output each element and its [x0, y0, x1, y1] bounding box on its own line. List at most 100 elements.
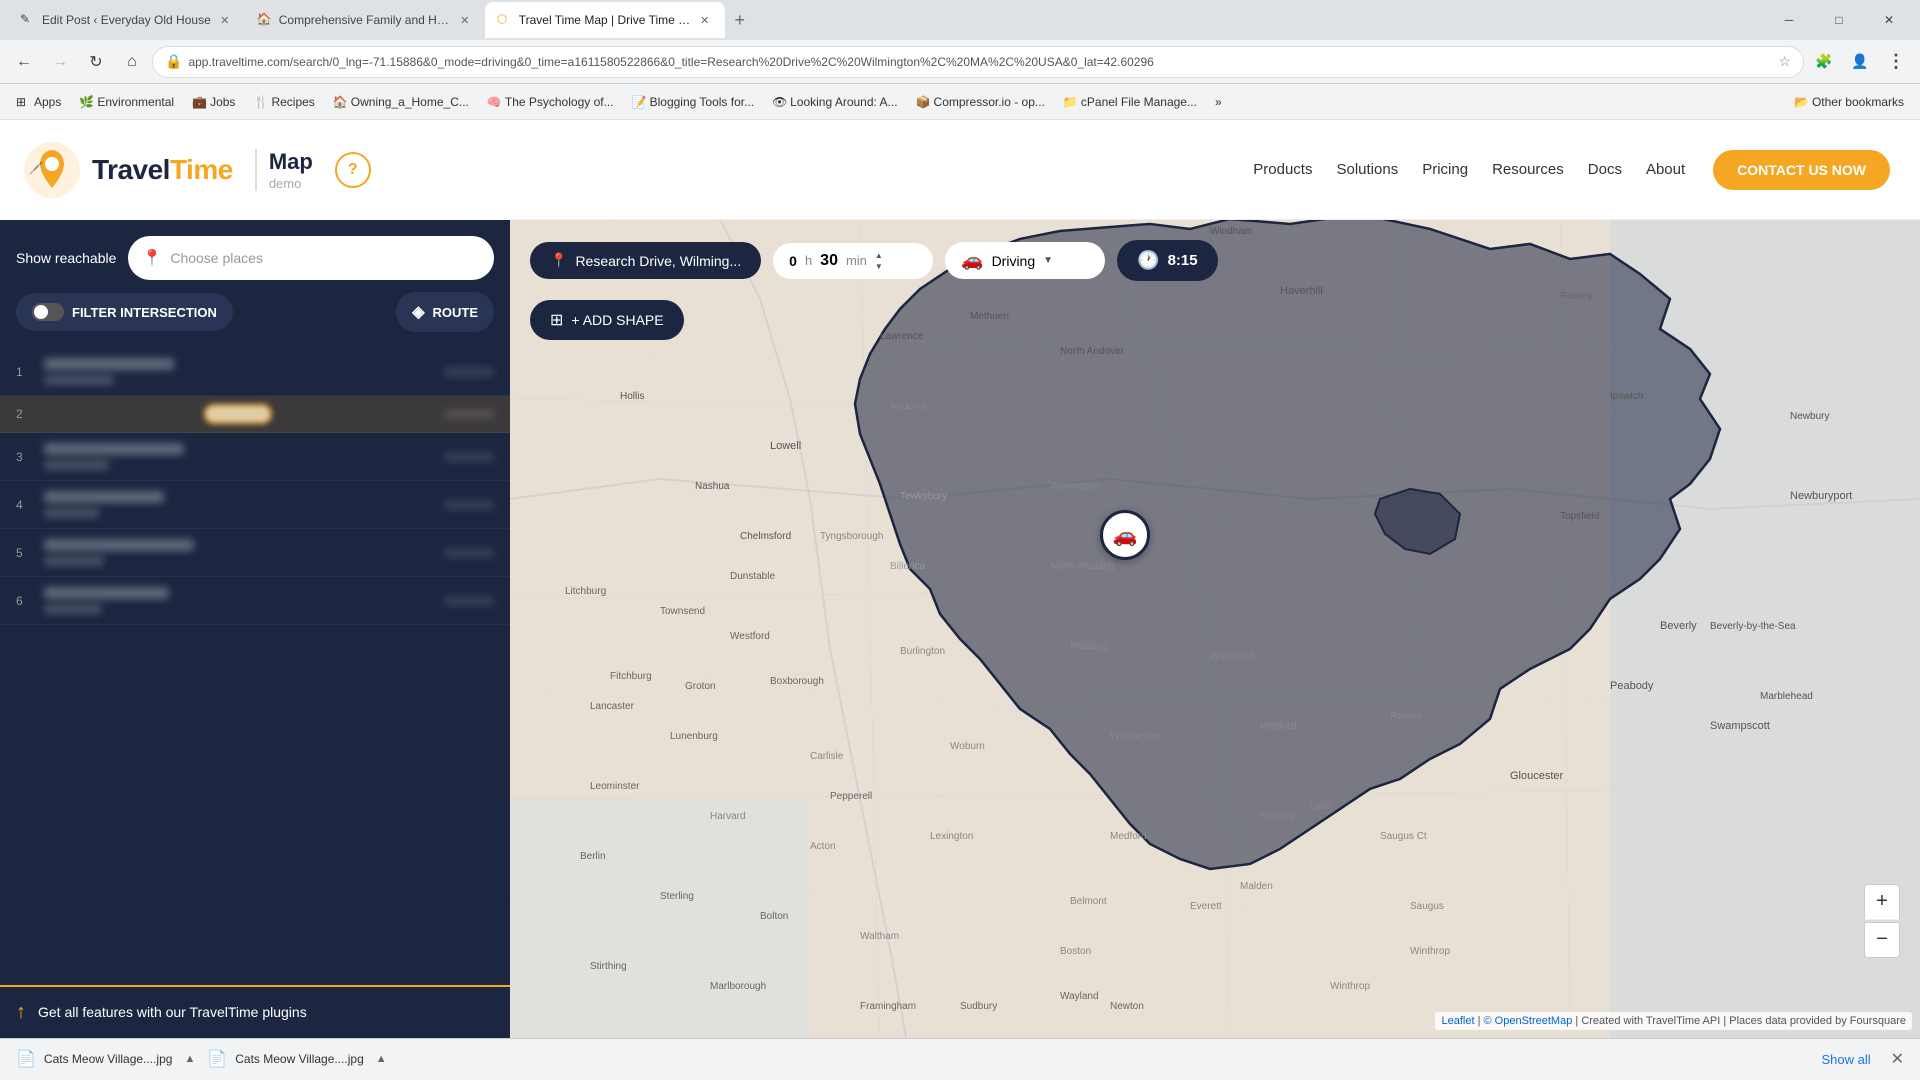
- download-item-1[interactable]: 📄 Cats Meow Village....jpg ▲: [16, 1049, 195, 1069]
- download-expand-2[interactable]: ▲: [376, 1053, 387, 1065]
- map-attribution: Leaflet | © OpenStreetMap | Created with…: [1435, 1012, 1912, 1030]
- cpanel-favicon: 📁: [1063, 95, 1077, 109]
- pin-icon: 📍: [142, 248, 162, 268]
- bookmark-more[interactable]: »: [1207, 91, 1230, 113]
- minimize-button[interactable]: ─: [1766, 2, 1812, 38]
- recipes-label: Recipes: [271, 95, 314, 109]
- nav-pricing[interactable]: Pricing: [1422, 161, 1468, 178]
- download-item-2[interactable]: 📄 Cats Meow Village....jpg ▲: [207, 1049, 386, 1069]
- route-button[interactable]: ◈ ROUTE: [396, 292, 494, 332]
- extensions-button[interactable]: 🧩: [1808, 46, 1840, 78]
- tab-close-3[interactable]: ✕: [697, 12, 713, 28]
- location-pin-icon: 📍: [550, 252, 567, 269]
- nav-solutions[interactable]: Solutions: [1336, 161, 1398, 178]
- svg-text:Tewksbury: Tewksbury: [900, 491, 947, 502]
- result-item-5[interactable]: 5: [0, 529, 510, 577]
- transport-pill[interactable]: 🚗 Driving ▼: [945, 242, 1105, 279]
- svg-text:Beverly: Beverly: [1660, 620, 1697, 632]
- result-badge-4: [444, 500, 494, 510]
- profile-button[interactable]: 👤: [1844, 46, 1876, 78]
- contact-us-button[interactable]: CONTACT US NOW: [1713, 150, 1890, 190]
- time-minutes: 30: [820, 252, 838, 270]
- zoom-in-button[interactable]: +: [1864, 884, 1900, 920]
- zoom-controls: + −: [1864, 884, 1900, 958]
- reload-button[interactable]: ↻: [80, 46, 112, 78]
- nav-docs[interactable]: Docs: [1588, 161, 1622, 178]
- nav-products[interactable]: Products: [1253, 161, 1312, 178]
- time-pill[interactable]: 0 h 30 min ▲ ▼: [773, 243, 933, 279]
- location-pill[interactable]: 📍 Research Drive, Wilming...: [530, 242, 761, 279]
- bookmark-star[interactable]: ☆: [1778, 53, 1791, 70]
- svg-text:Lexington: Lexington: [930, 831, 973, 842]
- svg-text:Townsend: Townsend: [660, 606, 705, 617]
- time-up-arrow[interactable]: ▲: [875, 251, 883, 260]
- result-item-4[interactable]: 4: [0, 481, 510, 529]
- nav-resources[interactable]: Resources: [1492, 161, 1564, 178]
- svg-text:Lunenburg: Lunenburg: [670, 731, 718, 742]
- bookmark-looking[interactable]: 👁 Looking Around: A...: [764, 91, 905, 113]
- svg-text:Marblehead: Marblehead: [1760, 691, 1813, 702]
- svg-text:Topsfield: Topsfield: [1560, 511, 1599, 522]
- maximize-button[interactable]: □: [1816, 2, 1862, 38]
- show-all-button[interactable]: Show all: [1821, 1052, 1870, 1067]
- download-bar-close[interactable]: ✕: [1891, 1049, 1904, 1069]
- help-button[interactable]: ?: [335, 152, 371, 188]
- add-shape-button[interactable]: ⊞ + ADD SHAPE: [530, 300, 684, 340]
- tab-close-1[interactable]: ✕: [217, 12, 233, 28]
- svg-text:Billerica: Billerica: [890, 561, 925, 572]
- add-shape-label: + ADD SHAPE: [571, 312, 663, 328]
- bookmark-environmental[interactable]: 🌿 Environmental: [71, 91, 182, 113]
- bookmark-apps[interactable]: ⊞ Apps: [8, 91, 69, 113]
- location-text: Research Drive, Wilming...: [575, 253, 741, 269]
- bookmark-blogging[interactable]: 📝 Blogging Tools for...: [624, 91, 763, 113]
- menu-button[interactable]: ⋮: [1880, 46, 1912, 78]
- places-input[interactable]: 📍 Choose places: [128, 236, 494, 280]
- close-button[interactable]: ✕: [1866, 2, 1912, 38]
- address-bar[interactable]: 🔒 app.traveltime.com/search/0_lng=-71.15…: [152, 46, 1804, 78]
- banner-arrow-icon: ↑: [16, 1001, 26, 1024]
- results-list: 1 2: [0, 348, 510, 985]
- filter-toggle[interactable]: [32, 303, 64, 321]
- nav-about[interactable]: About: [1646, 161, 1685, 178]
- time-down-arrow[interactable]: ▼: [875, 262, 883, 271]
- bookmark-other[interactable]: 📂 Other bookmarks: [1786, 91, 1912, 113]
- bookmark-compressor[interactable]: 📦 Compressor.io - op...: [908, 91, 1053, 113]
- osm-link[interactable]: © OpenStreetMap: [1484, 1015, 1573, 1027]
- bookmark-jobs[interactable]: 💼 Jobs: [184, 91, 243, 113]
- download-expand-1[interactable]: ▲: [184, 1053, 195, 1065]
- bookmark-recipes[interactable]: 🍴 Recipes: [245, 91, 322, 113]
- comp-favicon: 📦: [916, 95, 930, 109]
- download-icon-1: 📄: [16, 1049, 36, 1069]
- highlighted-pill[interactable]: [204, 404, 272, 424]
- svg-text:Malden: Malden: [1240, 881, 1273, 892]
- svg-text:Carlisle: Carlisle: [810, 751, 844, 762]
- tab-close-2[interactable]: ✕: [457, 12, 473, 28]
- result-item-6[interactable]: 6: [0, 577, 510, 625]
- svg-text:Nashua: Nashua: [695, 481, 730, 492]
- new-tab-button[interactable]: +: [725, 5, 755, 35]
- back-button[interactable]: ←: [8, 46, 40, 78]
- bookmark-home-c[interactable]: 🏠 Owning_a_Home_C...: [325, 91, 477, 113]
- time-arrows[interactable]: ▲ ▼: [875, 251, 883, 271]
- svg-text:Groton: Groton: [685, 681, 716, 692]
- browser-tab-3[interactable]: ⬡ Travel Time Map | Drive Time Ra… ✕: [485, 2, 725, 38]
- home-button[interactable]: ⌂: [116, 46, 148, 78]
- browser-tab-2[interactable]: 🏠 Comprehensive Family and Home ✕: [245, 2, 485, 38]
- svg-text:Windham: Windham: [1210, 226, 1252, 237]
- browser-tab-1[interactable]: ✎ Edit Post ‹ Everyday Old House ✕: [8, 2, 245, 38]
- result-item-2[interactable]: 2: [0, 396, 510, 433]
- bookmark-psychology[interactable]: 🧠 The Psychology of...: [479, 91, 622, 113]
- zoom-out-button[interactable]: −: [1864, 922, 1900, 958]
- result-item-1[interactable]: 1: [0, 348, 510, 396]
- svg-text:Wayland: Wayland: [1060, 991, 1099, 1002]
- leaflet-link[interactable]: Leaflet: [1441, 1015, 1474, 1027]
- svg-text:Peabody: Peabody: [1610, 680, 1654, 692]
- bookmark-cpanel[interactable]: 📁 cPanel File Manage...: [1055, 91, 1205, 113]
- route-label: ROUTE: [433, 305, 479, 320]
- result-num-6: 6: [16, 594, 32, 608]
- result-item-3[interactable]: 3: [0, 433, 510, 481]
- filter-intersection-button[interactable]: FILTER INTERSECTION: [16, 293, 233, 331]
- forward-button[interactable]: →: [44, 46, 76, 78]
- blog-favicon: 📝: [632, 95, 646, 109]
- url-text: app.traveltime.com/search/0_lng=-71.1588…: [188, 55, 1772, 69]
